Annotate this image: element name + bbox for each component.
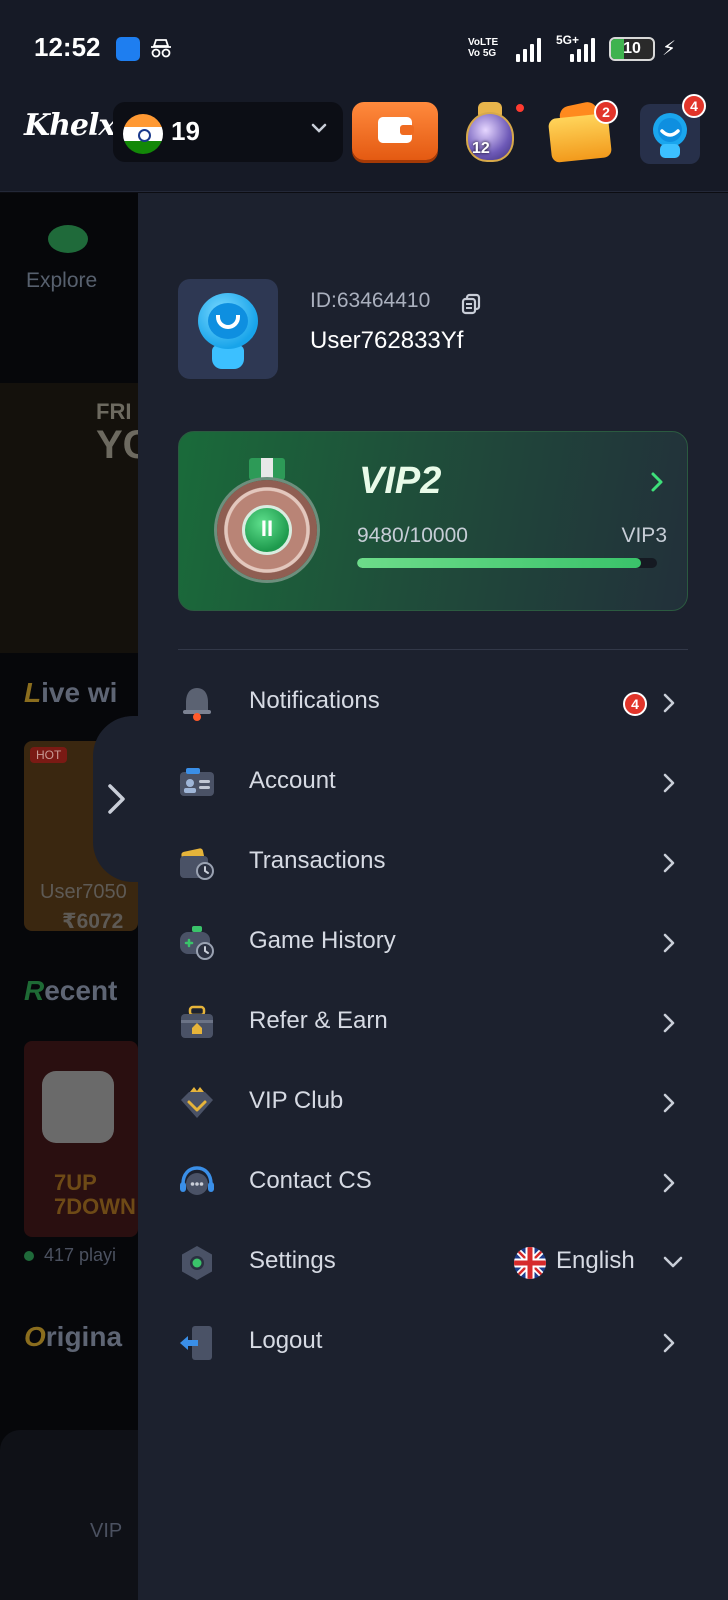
chevron-down-icon (663, 1256, 683, 1268)
avatar-badge: 4 (682, 94, 706, 118)
vip-medal-icon: II (215, 458, 319, 588)
status-time: 12:52 (34, 32, 101, 62)
notification-dot (514, 102, 526, 114)
wallet-button[interactable] (352, 102, 438, 160)
india-flag-icon (123, 114, 163, 154)
app-header: Khelx 19 12 2 4 (0, 92, 728, 192)
chest-badge: 2 (594, 100, 618, 124)
settings-hex-icon (182, 1246, 212, 1280)
country-balance-selector[interactable]: 19 (113, 102, 343, 162)
incognito-icon (151, 39, 171, 58)
vip-progress-bar (357, 558, 657, 568)
status-bar: 12:52 VoLTE Vo 5G 5G+ 10 ⚡ (0, 0, 728, 92)
menu-item-account[interactable]: Account (138, 743, 728, 823)
app-logo[interactable]: Khelx (24, 108, 116, 143)
divider (178, 649, 688, 650)
language-label: English (556, 1247, 635, 1274)
vip-card[interactable]: II VIP2 9480/10000 VIP3 (178, 431, 688, 611)
menu-item-contact-cs[interactable]: Contact CS (138, 1143, 728, 1223)
menu-item-vip-club[interactable]: VIP Club (138, 1063, 728, 1143)
robot-avatar-icon (198, 293, 258, 369)
headset-support-icon (180, 1166, 214, 1195)
vip-next-level: VIP3 (621, 524, 667, 547)
chevron-right-icon (663, 1333, 675, 1353)
user-id: ID:63464410 (310, 289, 431, 312)
chevron-right-icon (663, 853, 675, 873)
bottom-nav: VIP (0, 1430, 138, 1600)
bell-icon (183, 688, 211, 721)
briefcase-icon (181, 1005, 213, 1038)
vip-diamond-icon (181, 1087, 213, 1118)
chevron-right-icon (663, 693, 675, 713)
chevron-right-icon (663, 1013, 675, 1033)
balance-value: 19 (171, 116, 200, 146)
live-heading: Live wi (24, 677, 118, 708)
menu-item-refer-earn[interactable]: Refer & Earn (138, 983, 728, 1063)
battery-icon: 10 (609, 37, 655, 61)
dice-icon (42, 1071, 114, 1143)
promo-banner: FRI YC (0, 383, 138, 653)
profile-avatar-button[interactable]: 4 (640, 94, 706, 164)
menu-item-game-history[interactable]: Game History (138, 903, 728, 983)
notification-badge: 4 (623, 692, 647, 716)
originals-heading: Origina (24, 1321, 123, 1352)
account-card-icon (180, 768, 214, 796)
recent-heading: Recent (24, 975, 118, 1006)
vip-level: VIP2 (359, 460, 442, 502)
app-notification-icon (116, 37, 140, 61)
planet-icon (48, 225, 88, 253)
menu-item-transactions[interactable]: Transactions (138, 823, 728, 903)
players-count: 417 playi (24, 1245, 116, 1266)
uk-flag-icon (514, 1247, 546, 1279)
signal-5g-icon (570, 36, 595, 62)
wallet-icon (378, 117, 414, 143)
charging-icon: ⚡ (662, 38, 677, 60)
chevron-down-icon (311, 123, 327, 133)
treasure-jar-button[interactable]: 12 (458, 100, 526, 166)
game-card: 7UP 7DOWN (24, 1041, 138, 1237)
menu-item-notifications[interactable]: Notifications 4 (138, 663, 728, 743)
chevron-right-icon (651, 472, 663, 492)
logout-icon (180, 1326, 212, 1360)
username: User762833Yf (310, 327, 464, 354)
chevron-right-icon (663, 1093, 675, 1113)
chevron-right-icon (663, 1173, 675, 1193)
menu-item-logout[interactable]: Logout (138, 1303, 728, 1383)
profile-avatar[interactable] (178, 279, 278, 379)
reward-chest-button[interactable]: 2 (546, 100, 618, 166)
transactions-icon (180, 848, 214, 880)
vip-progress-text: 9480/10000 (357, 524, 468, 547)
background-page: Explore FRI YC Live wi HOT User7050 ₹607… (0, 193, 138, 1600)
signal-icon (516, 36, 541, 62)
side-drawer: ID:63464410 User762833Yf II VIP2 9480/10… (138, 193, 728, 1600)
volte-label: VoLTE Vo 5G (468, 37, 499, 59)
chevron-right-icon (663, 933, 675, 953)
battery-level: 10 (623, 40, 641, 57)
treasure-count: 12 (472, 140, 490, 157)
explore-tab: Explore (0, 203, 138, 303)
chevron-right-icon (108, 784, 125, 814)
gamepad-history-icon (180, 926, 214, 960)
chevron-right-icon (663, 773, 675, 793)
copy-icon[interactable] (460, 293, 482, 315)
menu-item-settings[interactable]: Settings English (138, 1223, 728, 1303)
